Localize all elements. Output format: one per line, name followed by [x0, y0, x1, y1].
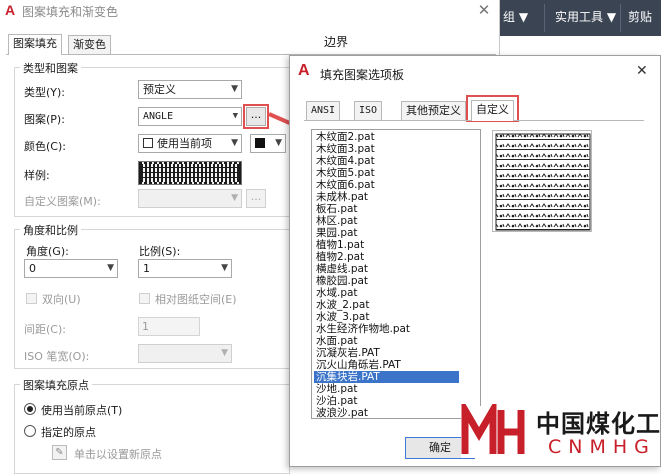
list-item[interactable]: 沉集块岩.PAT	[314, 371, 459, 383]
list-item[interactable]: 水生经济作物地.pat	[316, 323, 466, 335]
type-combo[interactable]: 预定义 ▼	[138, 80, 242, 99]
double-checkbox[interactable]	[26, 293, 37, 304]
chevron-down-icon: ▼	[232, 111, 238, 121]
click-set-origin-label: 单击以设置新原点	[74, 448, 162, 461]
color-combo[interactable]: 使用当前项 ▼	[138, 134, 242, 153]
dialog-title: 图案填充和渐变色	[22, 5, 119, 19]
toolbar-divider	[544, 4, 545, 32]
chevron-down-icon: ▼	[107, 263, 114, 273]
list-item[interactable]: 水面.pat	[316, 335, 466, 347]
logo-en-text: CNMHG	[548, 436, 656, 458]
tab-ansi[interactable]: ANSI	[306, 101, 341, 121]
pattern-combo[interactable]: ANGLE ▼	[138, 107, 242, 126]
list-item[interactable]: 木纹面4.pat	[316, 155, 466, 167]
chevron-down-icon: ▼	[221, 263, 228, 273]
type-value: 预定义	[143, 83, 176, 96]
relative-paperspace-label: 相对图纸空间(E)	[155, 293, 237, 306]
scale-value: 1	[143, 262, 150, 275]
use-current-origin-radio[interactable]	[24, 403, 36, 415]
chevron-down-icon: ▼	[231, 84, 238, 94]
tab-hatch[interactable]: 图案填充	[8, 34, 62, 55]
pattern-sample[interactable]	[138, 161, 242, 185]
list-item[interactable]: 未成林.pat	[316, 191, 466, 203]
list-item[interactable]: 植物1.pat	[316, 239, 466, 251]
tab-custom[interactable]: 自定义	[471, 100, 514, 121]
pattern-preview	[492, 130, 592, 232]
iso-pen-width-combo[interactable]: ▼	[138, 344, 232, 363]
tab-other-predefined[interactable]: 其他预定义	[401, 101, 466, 121]
scale-label: 比例(S):	[139, 245, 181, 258]
cnmhg-logo-icon	[461, 404, 527, 458]
chevron-down-icon: ▼	[231, 193, 238, 203]
toolbar-item-utilities[interactable]: 实用工具 ▼	[555, 8, 616, 25]
hatch-origin-title: 图案填充原点	[20, 377, 92, 393]
list-item[interactable]: 波浪沙.pat	[316, 407, 466, 418]
relative-paperspace-checkbox[interactable]	[139, 293, 150, 304]
toolbar-divider	[620, 4, 621, 32]
close-icon[interactable]: ✕	[472, 0, 496, 20]
angle-value: 0	[29, 262, 36, 275]
list-item[interactable]: 木纹面5.pat	[316, 167, 466, 179]
specified-origin-radio[interactable]	[24, 425, 36, 437]
double-label: 双向(U)	[42, 293, 81, 306]
spacing-label: 间距(C):	[24, 323, 66, 336]
angle-scale-title: 角度和比例	[20, 222, 81, 238]
list-item[interactable]: 木纹面2.pat	[316, 131, 466, 143]
toolbar-item-clipboard[interactable]: 剪贴	[628, 8, 652, 25]
angle-label: 角度(G):	[26, 245, 69, 258]
list-item[interactable]: 水波_3.pat	[316, 311, 466, 323]
color-value: 使用当前项	[157, 137, 212, 150]
list-item[interactable]: 沉火山角砾岩.PAT	[316, 359, 466, 371]
list-item[interactable]: 橡胶园.pat	[316, 275, 466, 287]
chevron-down-icon: ▼	[221, 348, 228, 358]
close-icon[interactable]: ✕	[636, 63, 648, 79]
sample-label: 样例:	[24, 169, 50, 182]
type-label: 类型(Y):	[24, 86, 66, 99]
list-item[interactable]: 林区.pat	[316, 215, 466, 227]
custom-browse-button[interactable]: ...	[246, 189, 266, 208]
list-item[interactable]: 横虚线.pat	[316, 263, 466, 275]
list-item[interactable]: 木纹面6.pat	[316, 179, 466, 191]
pattern-list[interactable]: 木纹面2.pat 木纹面3.pat 木纹面4.pat 木纹面5.pat 木纹面6.pat…	[311, 129, 481, 419]
chevron-down-icon: ▼	[231, 138, 238, 148]
list-item[interactable]: 植物2.pat	[316, 251, 466, 263]
list-item[interactable]: 沉凝灰岩.PAT	[316, 347, 466, 359]
pick-point-icon[interactable]: ✎	[52, 445, 67, 460]
custom-pattern-combo[interactable]: ▼	[138, 189, 242, 208]
pattern-value: ANGLE	[143, 111, 174, 122]
boundary-label: 边界	[324, 35, 349, 49]
scale-combo[interactable]: 1 ▼	[138, 259, 232, 278]
ribbon-toolbar: 组 ▼ 实用工具 ▼ 剪贴	[500, 0, 661, 36]
toolbar-item-utilities-label: 实用工具	[555, 10, 604, 24]
iso-pen-width-label: ISO 笔宽(O):	[24, 350, 90, 363]
list-item[interactable]: 沙地.pat	[316, 383, 466, 395]
custom-pattern-label: 自定义图案(M):	[24, 195, 101, 208]
type-pattern-title: 类型和图案	[20, 60, 81, 76]
list-item[interactable]: 水波_2.pat	[316, 299, 466, 311]
list-item[interactable]: 沙泊.pat	[316, 395, 466, 407]
list-item[interactable]: 木纹面3.pat	[316, 143, 466, 155]
tab-gradient[interactable]: 渐变色	[68, 35, 111, 55]
color-swatch-icon	[143, 138, 153, 148]
autocad-logo-icon: A	[298, 62, 310, 79]
use-current-origin-label: 使用当前原点(T)	[41, 404, 123, 417]
toolbar-item-group-label: 组	[503, 10, 516, 24]
toolbar-item-group[interactable]: 组 ▼	[503, 8, 528, 25]
palette-title: 填充图案选项板	[320, 68, 405, 82]
pattern-label: 图案(P):	[24, 113, 65, 126]
logo-cn-text: 中国煤化工	[536, 410, 661, 438]
autocad-logo-icon: A	[5, 2, 16, 18]
tab-iso[interactable]: ISO	[354, 101, 383, 121]
color-label: 颜色(C):	[24, 140, 66, 153]
list-item[interactable]: 板石.pat	[316, 203, 466, 215]
spacing-input[interactable]: 1	[138, 317, 200, 336]
specified-origin-label: 指定的原点	[41, 426, 96, 439]
pattern-preview-image	[495, 133, 591, 231]
list-item[interactable]: 水域.pat	[316, 287, 466, 299]
list-item[interactable]: 果园.pat	[316, 227, 466, 239]
black-swatch-icon	[255, 138, 265, 148]
angle-combo[interactable]: 0 ▼	[24, 259, 118, 278]
